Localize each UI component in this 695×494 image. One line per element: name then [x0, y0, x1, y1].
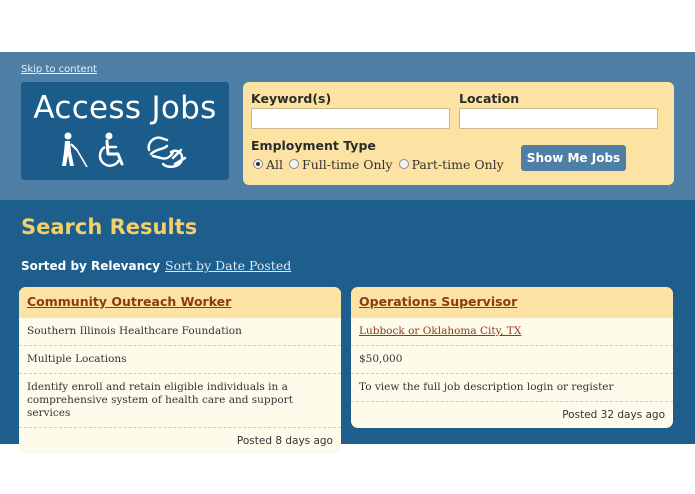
sign-language-icon	[147, 136, 187, 168]
current-sort-label: Sorted by Relevancy	[21, 259, 161, 273]
employment-type-options: All Full-time Only Part-time Only	[253, 156, 510, 172]
radio-part-time-label[interactable]: Part-time Only	[412, 157, 504, 172]
logo-text: Access Jobs	[33, 90, 217, 126]
keyword-label: Keyword(s)	[251, 91, 332, 106]
job-posted-date: Posted 32 days ago	[562, 409, 665, 421]
logo-icons	[62, 132, 187, 168]
job-posted-date: Posted 8 days ago	[236, 435, 333, 447]
job-employer: Southern Illinois Healthcare Foundation	[19, 318, 341, 346]
site-logo[interactable]: Access Jobs	[21, 82, 229, 180]
job-title-link[interactable]: Operations Supervisor	[351, 287, 673, 318]
job-description: To view the full job description login o…	[351, 374, 673, 402]
radio-full-time-label[interactable]: Full-time Only	[302, 157, 393, 172]
blind-person-icon	[62, 132, 88, 168]
job-location-link[interactable]: Lubbock or Oklahoma City, TX	[351, 318, 673, 346]
job-location: Multiple Locations	[19, 346, 341, 374]
job-title-link[interactable]: Community Outreach Worker	[19, 287, 341, 318]
sort-by-date-link[interactable]: Sort by Date Posted	[165, 258, 291, 273]
skip-to-content-link[interactable]: Skip to content	[21, 64, 97, 75]
location-input[interactable]	[459, 108, 658, 129]
location-label: Location	[459, 91, 520, 106]
radio-part-time[interactable]	[398, 159, 409, 169]
job-salary: $50,000	[351, 346, 673, 374]
radio-full-time[interactable]	[289, 159, 300, 169]
wheelchair-icon	[98, 132, 124, 167]
job-description: Identify enroll and retain eligible indi…	[19, 374, 341, 428]
keyword-input[interactable]	[251, 108, 450, 129]
job-card: Community Outreach Worker Southern Illin…	[19, 287, 341, 454]
page-title: Search Results	[21, 215, 198, 239]
job-search-form: Keyword(s) Location Employment Type All …	[243, 82, 674, 185]
radio-all-label[interactable]: All	[266, 157, 283, 172]
radio-all[interactable]	[253, 159, 263, 169]
show-me-jobs-button[interactable]: Show Me Jobs	[521, 145, 626, 171]
employment-type-label: Employment Type	[251, 138, 376, 153]
job-card: Operations Supervisor Lubbock or Oklahom…	[351, 287, 673, 428]
